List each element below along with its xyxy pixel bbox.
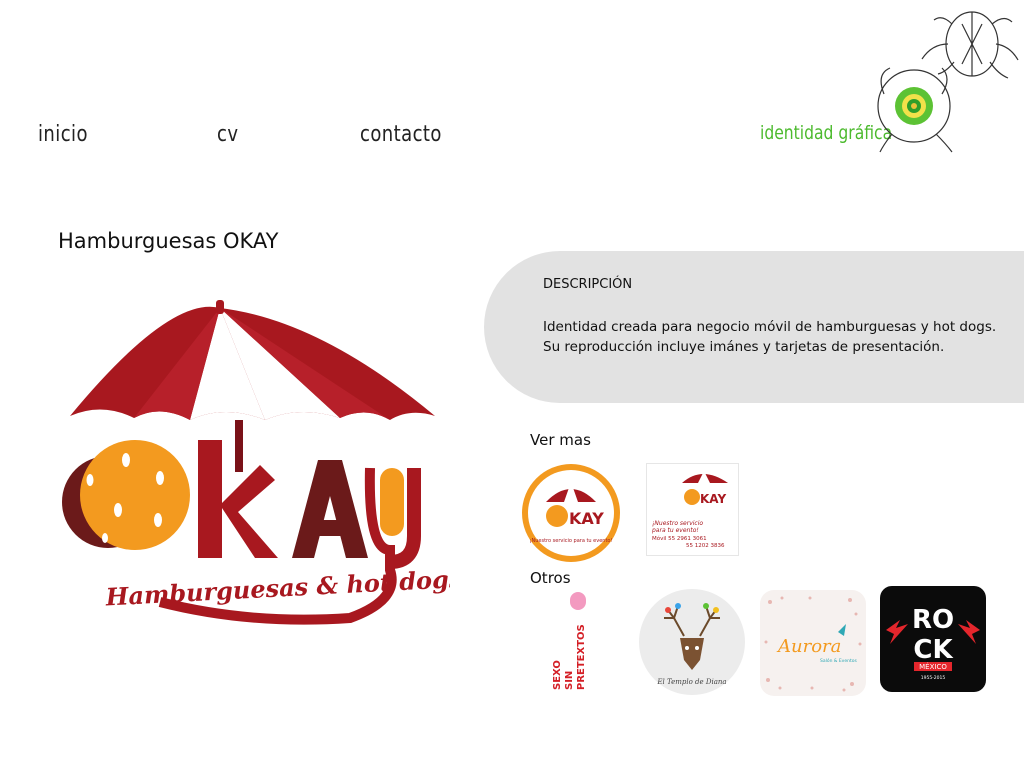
svg-text:KAY: KAY [700, 492, 726, 506]
nav-contacto[interactable]: contacto [360, 122, 442, 147]
sexo-sin-pretextos-thumbnail[interactable]: SEXO SIN PRETEXTOS [548, 590, 596, 694]
description-line-2: Su reproducción incluye imánes y tarjeta… [543, 339, 945, 355]
okay-card-line-1: ¡Nuestro servicio [652, 520, 703, 527]
rock-mexico: MÉXICO [919, 662, 947, 671]
ver-mas-label: Ver mas [530, 431, 591, 449]
rock-line-2: CK [913, 635, 953, 665]
pretextos-line: PRETEXTOS [576, 624, 587, 690]
okay-card-line-4: 55 1202 3836 [686, 543, 725, 549]
aurora-thumbnail[interactable]: Aurora Salón & Eventos [760, 590, 866, 696]
okay-card-line-3: Móvil 55 2961 3061 [652, 535, 707, 542]
okay-magnet-caption: ¡Nuestro servicio para tu evento! [530, 538, 613, 544]
nav-inicio[interactable]: inicio [38, 122, 88, 147]
sin-line: SIN [564, 671, 575, 690]
okay-card-thumbnail[interactable]: KAY ¡Nuestro servicio para tu evento! Mó… [646, 463, 739, 556]
okay-magnet-thumbnail[interactable]: KAY ¡Nuestro servicio para tu evento! [520, 462, 622, 564]
el-templo-de-diana-thumbnail[interactable]: El Templo de Diana [638, 588, 746, 696]
rock-mexico-thumbnail[interactable]: RO CK MÉXICO 1955-2015 [880, 586, 986, 692]
svg-text:KAY: KAY [569, 509, 604, 528]
project-title: Hamburguesas OKAY [58, 229, 279, 253]
beetle-logo-icon[interactable] [872, 4, 1024, 156]
okay-tagline: Hamburguesas & hot dogs [104, 564, 450, 612]
nav-cv[interactable]: cv [217, 122, 238, 147]
description-text: Identidad creada para negocio móvil de h… [543, 317, 1013, 357]
templo-caption: El Templo de Diana [656, 678, 726, 686]
description-heading: DESCRIPCIÓN [543, 277, 633, 292]
aurora-word: Aurora [776, 636, 841, 657]
okay-logo-image: Hamburguesas & hot dogs [62, 300, 450, 625]
rock-years: 1955-2015 [921, 675, 946, 681]
rock-line-1: RO [912, 605, 954, 635]
sexo-line: SEXO [552, 660, 563, 690]
otros-label: Otros [530, 569, 571, 587]
description-line-1: Identidad creada para negocio móvil de h… [543, 319, 997, 335]
okay-card-line-2: para tu evento! [651, 527, 699, 534]
aurora-sub: Salón & Eventos [820, 657, 857, 664]
